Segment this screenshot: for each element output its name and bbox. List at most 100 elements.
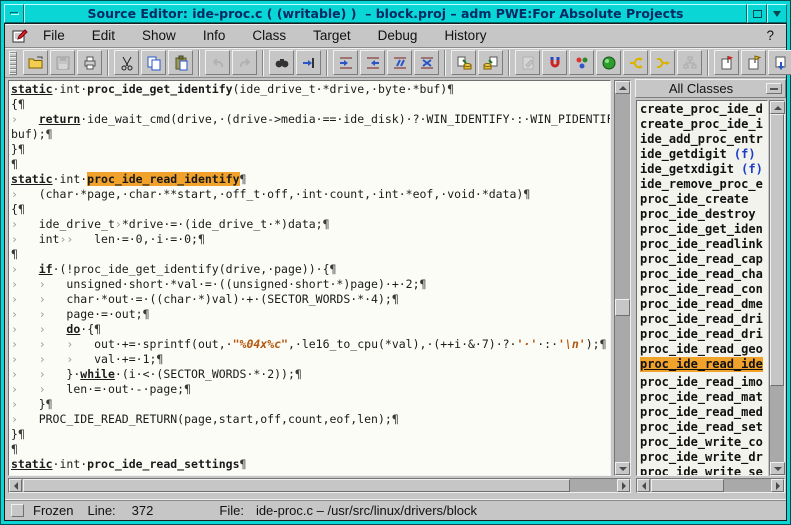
toolbar-button-print-icon[interactable] xyxy=(77,50,102,75)
toolbar-button-magnet-icon[interactable] xyxy=(542,50,567,75)
toolbar-button-split-arrows-icon[interactable] xyxy=(623,50,648,75)
file-path-value: ide-proc.c – /usr/src/linux/drivers/bloc… xyxy=(256,503,477,518)
maximize-button[interactable] xyxy=(747,4,767,23)
toolbar-button-shift-left-icon[interactable] xyxy=(360,50,385,75)
freeze-toggle-button[interactable] xyxy=(11,504,24,517)
code-line: {¶ xyxy=(11,97,610,112)
class-list-item[interactable]: create_proc_ide_d xyxy=(640,102,767,117)
editor-hscroll-trough[interactable] xyxy=(22,479,617,492)
class-list-item[interactable]: ide_getxdigit (f) xyxy=(640,162,767,177)
editor-hscroll-thumb[interactable] xyxy=(23,479,570,492)
class-list-item[interactable]: ide_remove_proc_e xyxy=(640,177,767,192)
toolbar-button-sphere-icon[interactable] xyxy=(596,50,621,75)
panel-collapse-button[interactable] xyxy=(766,83,782,94)
code-line: › › unsigned·short·*val·=·((unsigned·sho… xyxy=(11,277,610,292)
class-list-item[interactable]: proc_ide_read_dri xyxy=(640,327,767,342)
scroll-right-arrow-icon[interactable] xyxy=(771,479,784,492)
menu-class[interactable]: Class xyxy=(252,28,286,43)
toolbar-button-flag-delete-icon[interactable] xyxy=(714,50,739,75)
classlist-vscroll-trough[interactable] xyxy=(770,114,784,462)
class-list-item[interactable]: proc_ide_create xyxy=(640,192,767,207)
class-list-item[interactable]: proc_ide_read_dme xyxy=(640,297,767,312)
toolbar-button-shift-right-icon[interactable] xyxy=(333,50,358,75)
toolbar-button-checkin-icon[interactable] xyxy=(478,50,503,75)
toolbar-button-open-icon[interactable] xyxy=(23,50,48,75)
menu-file[interactable]: File xyxy=(43,28,65,43)
menu-history[interactable]: History xyxy=(444,28,486,43)
class-list-item[interactable]: ide_add_proc_entr xyxy=(640,132,767,147)
class-list[interactable]: create_proc_ide_dcreate_proc_ide_iide_ad… xyxy=(636,100,768,476)
code-line: › › len·=·out·-·page;¶ xyxy=(11,382,610,397)
scroll-down-arrow-icon[interactable] xyxy=(615,462,630,475)
code-line: buf);¶ xyxy=(11,127,610,142)
toolbar-separator xyxy=(198,50,200,76)
class-list-item[interactable]: proc_ide_read_imo xyxy=(640,375,767,390)
menu-edit[interactable]: Edit xyxy=(92,28,115,43)
class-list-item[interactable]: proc_ide_read_geo xyxy=(640,342,767,357)
editor-horizontal-scrollbar[interactable] xyxy=(8,478,631,493)
class-list-item-selected[interactable]: proc_ide_read_ide xyxy=(640,357,763,372)
classlist-vscroll-thumb[interactable] xyxy=(770,114,784,386)
class-list-item[interactable]: proc_ide_write_co xyxy=(640,435,767,450)
toolbar-button-redo-icon xyxy=(232,50,257,75)
class-list-item[interactable]: proc_ide_destroy xyxy=(640,207,767,222)
toolbar-grip[interactable] xyxy=(9,51,17,75)
classlist-vertical-scrollbar[interactable] xyxy=(769,100,785,476)
maximize-icon xyxy=(753,10,762,18)
editor-vscroll-thumb[interactable] xyxy=(615,299,630,316)
class-list-item[interactable]: proc_ide_read_mat xyxy=(640,390,767,405)
class-list-item[interactable]: proc_ide_get_iden xyxy=(640,222,767,237)
classlist-horizontal-scrollbar[interactable] xyxy=(636,478,785,493)
class-panel-header[interactable]: All Classes xyxy=(635,79,786,98)
editor-vscroll-trough[interactable] xyxy=(615,94,630,462)
class-list-item[interactable]: proc_ide_write_se xyxy=(640,465,767,476)
scroll-up-arrow-icon[interactable] xyxy=(615,81,630,94)
menu-info[interactable]: Info xyxy=(203,28,226,43)
code-line: ¶ xyxy=(11,247,610,262)
toolbar-button-palette-icon[interactable] xyxy=(569,50,594,75)
scroll-down-arrow-icon[interactable] xyxy=(770,462,785,475)
toolbar-button-find-icon[interactable] xyxy=(269,50,294,75)
code-line: ¶ xyxy=(11,157,610,172)
toolbar-button-goto-line-icon[interactable] xyxy=(296,50,321,75)
toolbar-button-uncomment-icon[interactable] xyxy=(414,50,439,75)
scroll-right-arrow-icon[interactable] xyxy=(617,479,630,492)
class-list-item[interactable]: proc_ide_read_con xyxy=(640,282,767,297)
source-editor-window: Source Editor: ide-proc.c ( (writable) )… xyxy=(0,0,791,525)
class-list-item[interactable]: proc_ide_read_set xyxy=(640,420,767,435)
scroll-left-arrow-icon[interactable] xyxy=(9,479,22,492)
scroll-left-arrow-icon[interactable] xyxy=(637,479,650,492)
window-menu-button[interactable] xyxy=(4,4,24,23)
collapse-dash-icon xyxy=(770,88,778,90)
menu-help[interactable]: ? xyxy=(766,28,774,43)
class-list-item[interactable]: ide_getdigit (f) xyxy=(640,147,767,162)
menu-show[interactable]: Show xyxy=(142,28,176,43)
toolbar-button-merge-arrows-icon[interactable] xyxy=(650,50,675,75)
editor-vertical-scrollbar[interactable] xyxy=(614,80,631,476)
toolbar-button-paste-icon[interactable] xyxy=(168,50,193,75)
class-list-item[interactable]: proc_ide_read_cap xyxy=(640,252,767,267)
menu-target[interactable]: Target xyxy=(313,28,351,43)
toolbar-button-doc-down-icon[interactable] xyxy=(768,50,791,75)
shade-button[interactable] xyxy=(767,4,787,23)
code-line: › }¶ xyxy=(11,397,610,412)
classlist-hscroll-trough[interactable] xyxy=(650,479,771,492)
class-list-item[interactable]: proc_ide_read_dri xyxy=(640,312,767,327)
scroll-up-arrow-icon[interactable] xyxy=(770,101,785,114)
code-editor[interactable]: static·int·proc_ide_get_identify(ide_dri… xyxy=(8,80,611,476)
class-list-item[interactable]: proc_ide_read_cha xyxy=(640,267,767,282)
class-list-item[interactable]: proc_ide_read_med xyxy=(640,405,767,420)
class-list-item[interactable]: proc_ide_write_dr xyxy=(640,450,767,465)
toolbar-separator xyxy=(508,50,510,76)
titlebar[interactable]: Source Editor: ide-proc.c ( (writable) )… xyxy=(4,4,787,23)
toolbar-button-flag-build-icon[interactable] xyxy=(741,50,766,75)
class-list-item[interactable]: create_proc_ide_i xyxy=(640,117,767,132)
toolbar-button-copy-icon[interactable] xyxy=(141,50,166,75)
classlist-hscroll-thumb[interactable] xyxy=(651,479,724,492)
class-list-item[interactable]: proc_ide_readlink xyxy=(640,237,767,252)
toolbar-button-comment-icon[interactable] xyxy=(387,50,412,75)
toolbar-button-cut-icon[interactable] xyxy=(114,50,139,75)
menu-debug[interactable]: Debug xyxy=(378,28,418,43)
code-line: › › do·{¶ xyxy=(11,322,610,337)
toolbar-button-checkout-icon[interactable] xyxy=(451,50,476,75)
